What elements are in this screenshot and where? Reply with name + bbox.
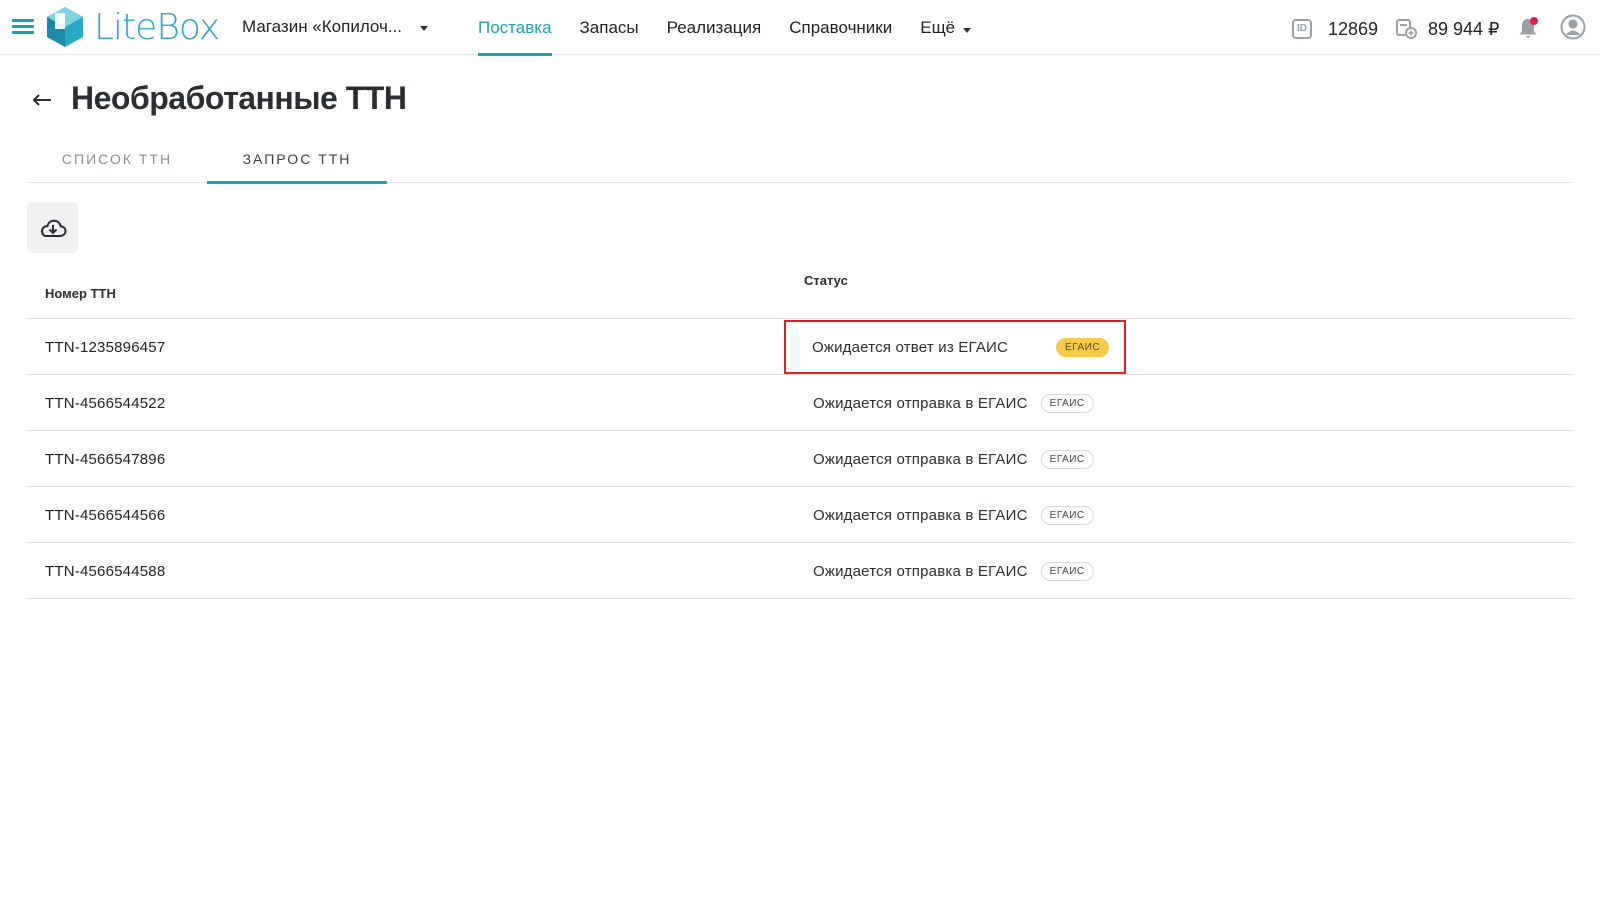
balance-icon	[1396, 19, 1417, 39]
ttn-status: Ожидается ответ из ЕГАИС ЕГАИС	[812, 338, 1110, 357]
egais-badge: ЕГАИС	[1040, 506, 1094, 525]
table-row[interactable]: TTN-1235896457 Ожидается ответ из ЕГАИС …	[27, 319, 1573, 375]
chevron-down-icon	[963, 28, 972, 33]
ttn-status: Ожидается отправка в ЕГАИС ЕГАИС	[813, 450, 1094, 469]
table-header: Номер ТТН Статус	[27, 255, 1573, 319]
id-icon: ID	[1292, 19, 1312, 39]
nav-label: Ещё	[920, 18, 956, 37]
user-avatar-icon[interactable]	[1560, 14, 1586, 40]
column-header-number[interactable]: Номер ТТН	[45, 286, 116, 301]
download-button[interactable]	[27, 202, 78, 253]
main-nav: Поставка Запасы Реализация Справочники Е…	[478, 0, 999, 56]
store-name: Магазин «Копилоч...	[242, 17, 403, 36]
egais-badge: ЕГАИС	[1040, 562, 1094, 581]
back-arrow-icon[interactable]	[30, 88, 54, 112]
egais-badge: ЕГАИС	[1040, 394, 1094, 413]
litebox-logo-icon	[47, 7, 83, 47]
table-row[interactable]: TTN-4566547896 Ожидается отправка в ЕГАИ…	[27, 431, 1573, 487]
nav-label: Запасы	[579, 18, 639, 37]
tab-bar: СПИСОК ТТН ЗАПРОС ТТН	[27, 144, 1573, 184]
nav-label: Справочники	[789, 18, 893, 37]
column-header-status[interactable]: Статус	[804, 273, 848, 288]
bell-icon[interactable]	[1517, 16, 1539, 40]
ttn-status: Ожидается отправка в ЕГАИС ЕГАИС	[813, 394, 1094, 413]
nav-item-more[interactable]: Ещё	[920, 0, 972, 55]
chevron-down-icon	[420, 25, 429, 31]
cloud-download-icon	[40, 219, 67, 237]
ttn-status: Ожидается отправка в ЕГАИС ЕГАИС	[813, 562, 1094, 581]
nav-item-sales[interactable]: Реализация	[667, 0, 762, 55]
page-title: Необработанные ТТН	[71, 80, 407, 116]
table-row[interactable]: TTN-4566544522 Ожидается отправка в ЕГАИ…	[27, 375, 1573, 431]
status-text: Ожидается отправка в ЕГАИС	[813, 563, 1028, 580]
nav-item-supply[interactable]: Поставка	[478, 0, 552, 56]
account-id: 12869	[1328, 19, 1379, 39]
egais-badge: ЕГАИС	[1056, 338, 1110, 357]
menu-icon[interactable]	[12, 19, 34, 35]
tab-ttn-request[interactable]: ЗАПРОС ТТН	[207, 144, 387, 184]
tab-ttn-list[interactable]: СПИСОК ТТН	[27, 144, 207, 183]
status-text: Ожидается отправка в ЕГАИС	[813, 507, 1028, 524]
ttn-status: Ожидается отправка в ЕГАИС ЕГАИС	[813, 506, 1094, 525]
nav-label: Поставка	[478, 18, 552, 37]
status-text: Ожидается отправка в ЕГАИС	[813, 451, 1028, 468]
table-row[interactable]: TTN-4566544588 Ожидается отправка в ЕГАИ…	[27, 543, 1573, 599]
ttn-number: TTN-4566544522	[45, 395, 166, 412]
nav-label: Реализация	[666, 18, 762, 37]
logo[interactable]: LiteBox	[45, 5, 220, 49]
ttn-table: Номер ТТН Статус TTN-1235896457 Ожидаетс…	[27, 255, 1573, 599]
balance: 89 944 ₽	[1428, 19, 1500, 39]
status-text: Ожидается отправка в ЕГАИС	[813, 395, 1028, 412]
nav-item-directories[interactable]: Справочники	[789, 0, 892, 55]
egais-badge: ЕГАИС	[1040, 450, 1094, 469]
ttn-number: TTN-4566544588	[45, 563, 166, 580]
ttn-number: TTN-4566547896	[45, 451, 166, 468]
store-selector[interactable]: Магазин «Копилоч...	[242, 17, 429, 37]
table-row[interactable]: TTN-4566544566 Ожидается отправка в ЕГАИ…	[27, 487, 1573, 543]
ttn-number: TTN-1235896457	[45, 339, 166, 356]
status-text: Ожидается ответ из ЕГАИС	[812, 339, 1009, 356]
top-bar: LiteBox Магазин «Копилоч... Поставка Зап…	[0, 0, 1600, 56]
logo-text: LiteBox	[94, 6, 220, 48]
nav-item-stock[interactable]: Запасы	[580, 0, 639, 55]
ttn-number: TTN-4566544566	[45, 507, 166, 524]
